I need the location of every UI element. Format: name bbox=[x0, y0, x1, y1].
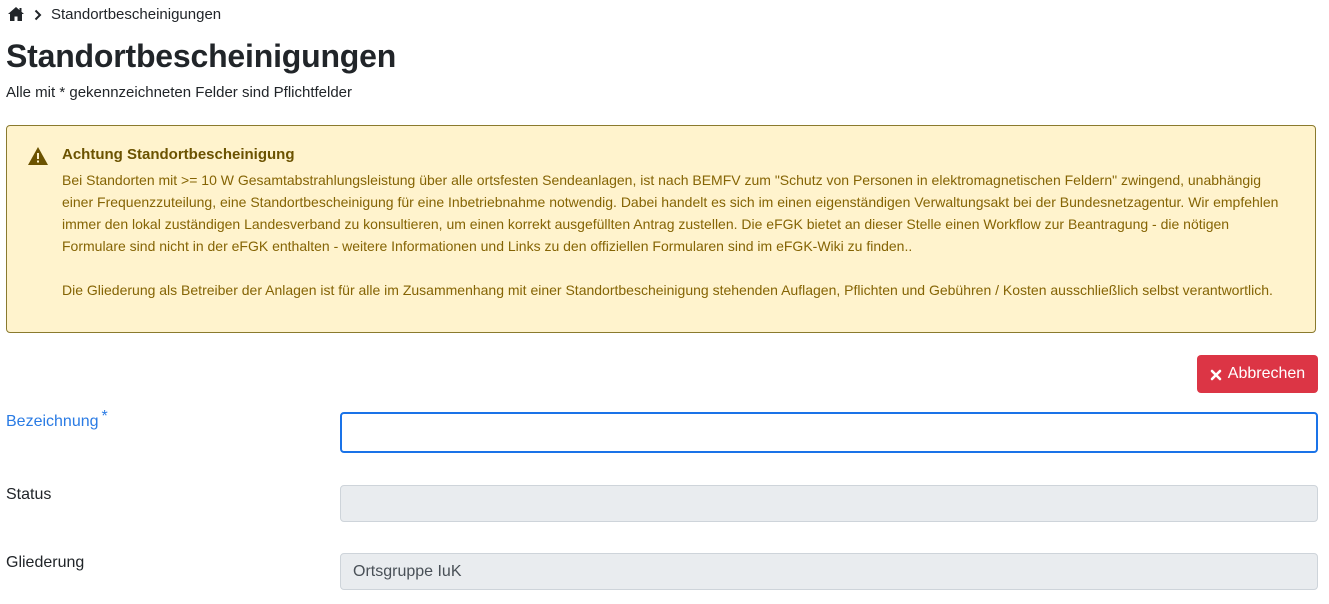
gliederung-label: Gliederung bbox=[6, 554, 85, 571]
chevron-right-icon bbox=[33, 8, 43, 21]
gliederung-field: Ortsgruppe IuK bbox=[340, 553, 1318, 590]
home-icon[interactable] bbox=[7, 6, 25, 22]
required-mark: * bbox=[101, 408, 108, 425]
cancel-button[interactable]: Abbrechen bbox=[1197, 355, 1318, 393]
bezeichnung-label-text: Bezeichnung bbox=[6, 413, 99, 430]
bezeichnung-label: Bezeichnung * bbox=[6, 408, 108, 431]
status-field bbox=[340, 485, 1318, 522]
cancel-button-label: Abbrechen bbox=[1227, 365, 1306, 382]
alert-paragraph: Die Gliederung als Betreiber der Anlagen… bbox=[62, 282, 1273, 298]
required-fields-hint: Alle mit * gekennzeichneten Felder sind … bbox=[6, 84, 353, 101]
page-title: Standortbescheinigungen bbox=[6, 38, 397, 74]
close-icon bbox=[1210, 368, 1222, 381]
status-label: Status bbox=[6, 486, 52, 503]
alert-body: Bei Standorten mit >= 10 W Gesamtabstrah… bbox=[62, 169, 1287, 301]
breadcrumb: Standortbescheinigungen bbox=[7, 4, 221, 24]
bezeichnung-input[interactable] bbox=[340, 412, 1318, 453]
alert-paragraph: Bei Standorten mit >= 10 W Gesamtabstrah… bbox=[62, 172, 1279, 254]
warning-triangle-icon bbox=[27, 146, 49, 166]
alert-title: Achtung Standortbescheinigung bbox=[62, 146, 295, 163]
warning-alert: Achtung Standortbescheinigung Bei Stando… bbox=[6, 125, 1316, 333]
breadcrumb-current: Standortbescheinigungen bbox=[51, 5, 222, 23]
